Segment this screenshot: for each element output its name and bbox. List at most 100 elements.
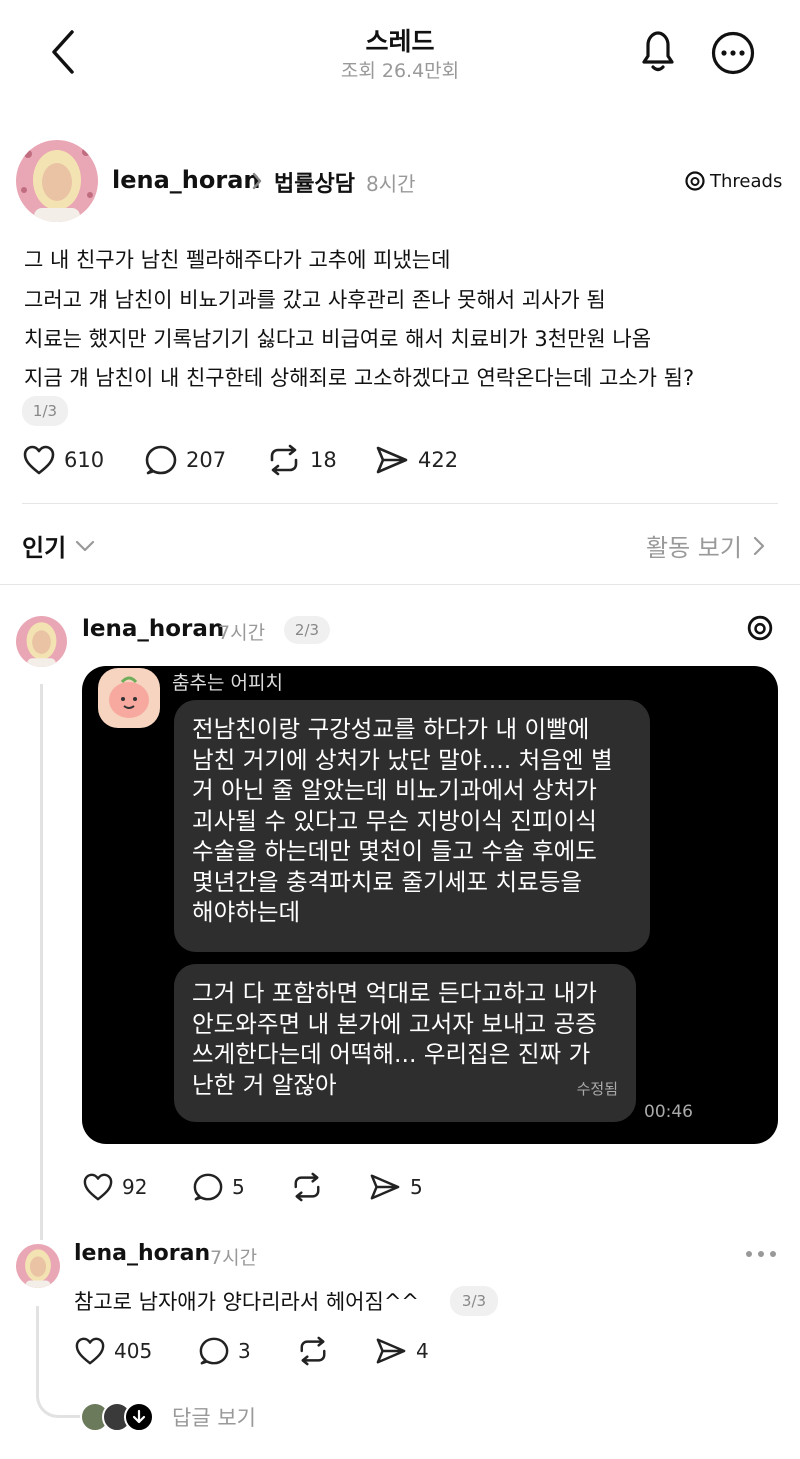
post-text-line: 지금 걔 남친이 내 친구한테 상해죄로 고소하겠다고 연락온다는데 고소가 됨… <box>24 366 695 390</box>
post-text-line: 그 내 친구가 남친 펠라해주다가 고추에 피냈는데 <box>24 248 451 272</box>
chat-bubble: 그거 다 포함하면 억대로 든다고하고 내가 안도와주면 내 본가에 고서자 보… <box>174 964 636 1122</box>
like-button[interactable]: 92 <box>82 1172 147 1202</box>
more-options-button[interactable] <box>710 30 756 76</box>
chat-line: 그거 다 포함하면 억대로 든다고하고 내가 <box>192 979 597 1007</box>
chat-line: 쓰게한다는데 어떡해... 우리집은 진짜 가 <box>192 1040 591 1068</box>
repost-icon <box>270 444 298 476</box>
more-dots-icon <box>746 1251 776 1257</box>
avatar[interactable] <box>16 140 98 222</box>
chat-line: 수술을 하는데만 몇천이 들고 수술 후에도 <box>192 837 597 865</box>
post-text-line: 치료는 했지만 기록남기기 싫다고 비급여로 해서 치료비가 3천만원 나옴 <box>24 327 652 351</box>
reply-username[interactable]: lena_horan <box>74 1241 210 1266</box>
chat-line: 괴사될 수 있다고 무슨 지방이식 진피이식 <box>192 806 597 835</box>
repost-button[interactable]: 18 <box>266 444 337 476</box>
like-button[interactable]: 405 <box>74 1336 152 1366</box>
share-count: 422 <box>418 448 459 472</box>
chat-line: 남친 거기에 상처가 났단 말야.... 처음엔 별 <box>192 745 613 774</box>
chat-line: 난한 거 알잖아 <box>192 1070 337 1099</box>
reply-time: 7시간 <box>210 1247 258 1269</box>
page-badge: 3/3 <box>450 1286 498 1316</box>
chat-screenshot-image[interactable]: 춤추는 어피치 전남친이랑 구강성교를 하다가 내 이빨에 남친 거기에 상처가… <box>82 666 778 1144</box>
like-count: 92 <box>122 1175 148 1199</box>
chat-bubble: 전남친이랑 구강성교를 하다가 내 이빨에 남친 거기에 상처가 났단 말야..… <box>174 700 650 952</box>
share-count: 5 <box>410 1175 423 1199</box>
community-link[interactable]: 법률상담 <box>274 166 355 198</box>
chevron-down-icon <box>76 540 95 551</box>
heart-icon <box>83 1173 113 1201</box>
repost-icon <box>294 1172 320 1202</box>
send-icon <box>370 1174 400 1200</box>
sort-dropdown[interactable]: 인기 <box>22 528 96 563</box>
activity-label: 활동 보기 <box>646 534 742 562</box>
comment-button[interactable]: 5 <box>192 1172 245 1202</box>
post-text-line: 그러고 걔 남친이 비뇨기과를 갔고 사후관리 존나 못해서 괴사가 됨 <box>24 288 606 312</box>
chat-line: 전남친이랑 구강성교를 하다가 내 이빨에 <box>192 715 590 743</box>
comment-count: 5 <box>232 1175 245 1199</box>
heart-icon <box>75 1337 105 1365</box>
chat-line: 몇년간을 충격파치료 줄기세포 치료등을 <box>192 867 582 896</box>
like-count: 405 <box>114 1339 153 1363</box>
chevron-right-icon <box>250 170 264 192</box>
comment-count: 3 <box>238 1339 251 1363</box>
post-time: 8시간 <box>366 172 416 196</box>
chat-line: 안도와주면 내 본가에 고서자 보내고 공증 <box>192 1009 597 1038</box>
see-replies-link[interactable]: 답글 보기 <box>80 1402 256 1432</box>
peach-character-icon <box>109 676 149 718</box>
send-icon <box>376 446 408 474</box>
avatar[interactable] <box>16 616 67 667</box>
bell-icon <box>642 31 674 72</box>
divider <box>22 503 778 504</box>
notification-button[interactable] <box>636 28 680 74</box>
activity-link[interactable]: 활동 보기 <box>646 528 766 563</box>
profile-photo <box>16 1244 60 1288</box>
threads-logo-button[interactable] <box>746 614 774 642</box>
comment-bubble-icon <box>145 445 177 475</box>
profile-photo <box>16 140 98 222</box>
comment-button[interactable]: 207 <box>144 444 226 476</box>
threads-label: Threads <box>710 170 783 192</box>
see-replies-label: 답글 보기 <box>172 1406 256 1430</box>
share-button[interactable]: 422 <box>374 444 458 476</box>
chevron-right-icon <box>753 536 765 555</box>
reply-username[interactable]: lena_horan <box>82 616 224 642</box>
profile-photo <box>16 616 67 667</box>
threads-logo-icon <box>685 171 705 191</box>
share-count: 4 <box>416 1339 429 1363</box>
sort-label: 인기 <box>22 534 67 562</box>
comment-bubble-icon <box>193 1173 223 1201</box>
comment-bubble-icon <box>199 1337 229 1365</box>
heart-icon <box>23 445 55 475</box>
chat-line: 해야하는데 <box>192 898 301 926</box>
reply-time: 7시간 <box>218 622 266 644</box>
threads-brand[interactable]: Threads <box>684 170 782 192</box>
page-badge: 1/3 <box>22 396 68 426</box>
repost-icon <box>300 1336 326 1366</box>
thread-line <box>40 684 43 1240</box>
comment-button[interactable]: 3 <box>198 1336 251 1366</box>
more-options-button[interactable] <box>744 1244 778 1264</box>
comment-count: 207 <box>186 448 227 472</box>
chat-line: 거 아닌 줄 알았는데 비뇨기과에서 상처가 <box>192 776 597 804</box>
page-badge: 2/3 <box>284 616 330 644</box>
send-icon <box>376 1338 406 1364</box>
repost-button[interactable] <box>296 1336 330 1366</box>
more-circle-icon <box>711 31 755 75</box>
sender-avatar <box>98 668 160 728</box>
like-button[interactable]: 610 <box>22 444 104 476</box>
repost-count: 18 <box>310 448 337 472</box>
reply-text: 참고로 남자애가 양다리라서 헤어짐^^ <box>74 1290 420 1314</box>
like-count: 610 <box>64 448 105 472</box>
share-button[interactable]: 5 <box>368 1172 423 1202</box>
chat-sender-name: 춤추는 어피치 <box>172 672 283 694</box>
avatar[interactable] <box>16 1244 60 1288</box>
chat-timestamp: 00:46 <box>644 1102 693 1122</box>
post-username[interactable]: lena_horan <box>112 166 260 194</box>
arrow-down-icon <box>124 1402 154 1432</box>
edited-label: 수정됨 <box>576 1079 618 1098</box>
share-button[interactable]: 4 <box>374 1336 429 1366</box>
view-count: 조회 26.4만회 <box>340 60 460 82</box>
repost-button[interactable] <box>290 1172 324 1202</box>
divider <box>0 584 800 585</box>
threads-logo-icon <box>747 615 773 641</box>
page-title: 스레드 <box>365 27 435 56</box>
